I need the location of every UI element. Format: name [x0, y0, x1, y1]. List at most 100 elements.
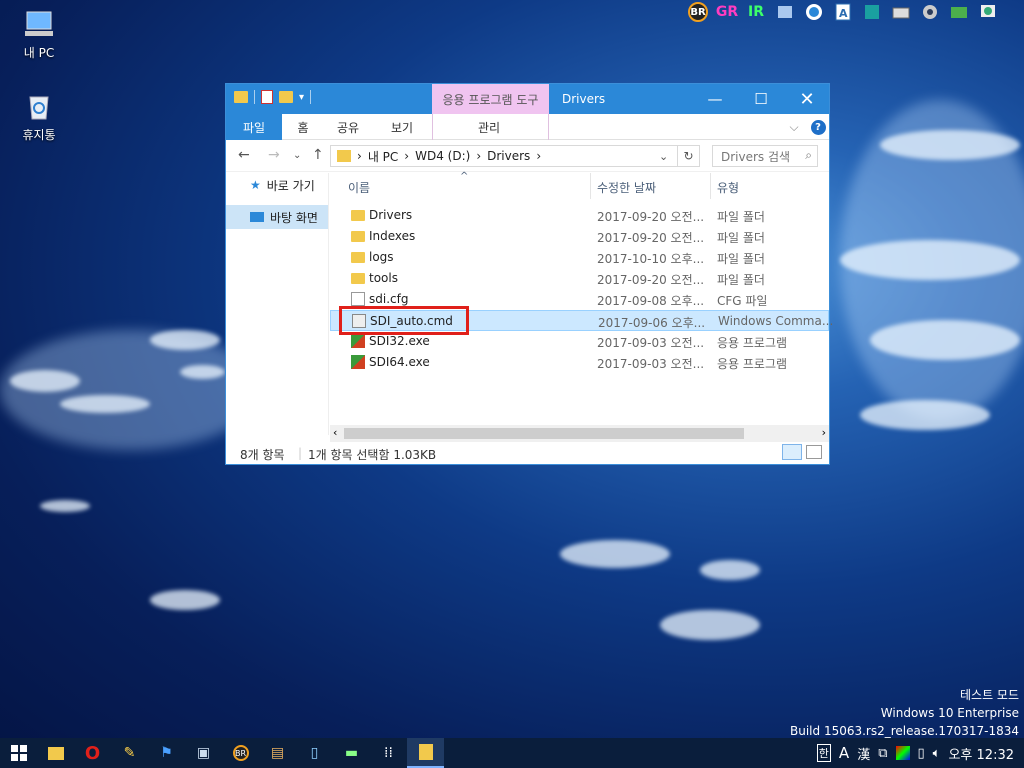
tab-manage[interactable]: 관리	[466, 114, 512, 140]
scroll-left-icon[interactable]: ‹	[333, 426, 337, 439]
gear-icon[interactable]	[918, 1, 942, 23]
search-input[interactable]: Drivers 검색 ⌕	[712, 145, 818, 167]
file-name: tools	[369, 271, 398, 285]
watermark-line: Windows 10 Enterprise	[880, 706, 1019, 720]
computer-icon	[23, 8, 55, 40]
up-arrow-icon[interactable]: ↑	[312, 147, 324, 163]
gpu-tool-icon[interactable]: ▬	[333, 738, 370, 768]
file-row[interactable]: logs 2017-10-10 오후... 파일 폴더	[330, 247, 829, 268]
tab-file[interactable]: 파일	[226, 114, 282, 140]
horizontal-scrollbar[interactable]: ‹ ›	[330, 425, 829, 442]
desktop-icon-recycle-bin[interactable]: 휴지통	[4, 90, 74, 143]
address-dropdown-icon[interactable]: ⌄	[659, 150, 668, 163]
properties-icon[interactable]	[261, 90, 273, 104]
column-header-date[interactable]: 수정한 날짜	[597, 179, 656, 196]
column-separator	[590, 173, 591, 199]
device-tool-icon[interactable]: ▣	[185, 738, 222, 768]
thumbnail-view-icon[interactable]	[806, 445, 822, 459]
minimize-button[interactable]: —	[692, 84, 738, 114]
refresh-button[interactable]: ↻	[677, 145, 699, 167]
usb-icon[interactable]: ▯	[918, 746, 925, 761]
opera-icon[interactable]: O	[74, 738, 111, 768]
details-view-icon[interactable]	[782, 444, 802, 460]
nav-item-label: 바로 가기	[266, 178, 315, 193]
column-header-type[interactable]: 유형	[717, 179, 739, 196]
help-icon[interactable]: ?	[810, 114, 826, 140]
file-date: 2017-09-06 오후...	[598, 316, 706, 330]
scrollbar-thumb[interactable]	[344, 428, 744, 439]
ime-hanja-icon[interactable]: 漢	[857, 744, 870, 763]
separator	[254, 90, 255, 104]
sort-ascending-icon: ^	[460, 171, 469, 182]
close-button[interactable]: ✕	[784, 84, 830, 114]
color-app-icon[interactable]	[895, 746, 910, 760]
file-row[interactable]: tools 2017-09-20 오전... 파일 폴더	[330, 268, 829, 289]
forward-arrow-icon[interactable]: →	[268, 147, 280, 163]
br-taskbar-icon[interactable]: BR	[222, 738, 259, 768]
refresh-tool-icon[interactable]	[802, 1, 826, 23]
windows-flag-icon[interactable]: ⚑	[148, 738, 185, 768]
document-a-icon[interactable]: A	[831, 1, 855, 23]
clock[interactable]: 오후 12:32	[948, 744, 1014, 763]
search-icon: ⌕	[805, 148, 812, 162]
file-date: 2017-09-20 오전...	[597, 231, 705, 245]
window-title: Drivers	[562, 92, 606, 106]
recent-chevron-icon[interactable]: ⌄	[293, 150, 301, 161]
search-placeholder: Drivers 검색	[721, 149, 791, 164]
breadcrumb-my-pc[interactable]: 내 PC	[368, 148, 398, 165]
network-icon[interactable]: ⧉	[878, 746, 887, 761]
file-name: SDI32.exe	[369, 334, 430, 348]
file-explorer-icon[interactable]	[37, 738, 74, 768]
chevron-down-icon[interactable]: ▾	[299, 92, 304, 103]
disk-tool-icon[interactable]	[860, 1, 884, 23]
nav-item-desktop[interactable]: 바탕 화면	[226, 205, 328, 229]
network-tool-icon[interactable]	[773, 1, 797, 23]
desktop-icon-label: 내 PC	[23, 46, 55, 60]
desktop-top-icons: BR GR IR A	[686, 0, 1000, 24]
column-header-name[interactable]: 이름	[348, 179, 370, 196]
breadcrumb-drivers[interactable]: Drivers	[487, 149, 530, 163]
file-name: sdi.cfg	[369, 292, 409, 306]
status-item-count: 8개 항목	[240, 448, 285, 462]
maximize-button[interactable]: ☐	[738, 84, 784, 114]
desktop-icon-my-pc[interactable]: 내 PC	[4, 8, 74, 61]
breadcrumb-drive[interactable]: WD4 (D:)	[415, 149, 470, 163]
status-selection: 1개 항목 선택함 1.03KB	[308, 448, 437, 462]
hdd-green-icon[interactable]	[947, 1, 971, 23]
back-arrow-icon[interactable]: ←	[238, 147, 250, 163]
volume-icon[interactable]: 🔈︎	[933, 746, 941, 761]
tab-home[interactable]: 홈	[290, 114, 316, 140]
ime-hangul-icon[interactable]: 한	[816, 744, 831, 762]
file-type: Windows Comma...	[718, 314, 834, 328]
package-icon[interactable]: ▤	[259, 738, 296, 768]
ir-icon[interactable]: IR	[744, 1, 768, 23]
new-folder-icon[interactable]	[279, 91, 293, 103]
file-row[interactable]: Indexes 2017-09-20 오전... 파일 폴더	[330, 226, 829, 247]
document-icon[interactable]: ▯	[296, 738, 333, 768]
explorer-taskbar-button[interactable]	[407, 738, 444, 768]
nav-item-label: 바탕 화면	[270, 210, 318, 225]
start-button[interactable]	[0, 738, 37, 768]
address-bar[interactable]: › 내 PC › WD4 (D:) › Drivers › ⌄	[330, 145, 700, 167]
drive-icon[interactable]	[889, 1, 913, 23]
breadcrumb-separator: ›	[536, 149, 542, 163]
status-bar: 8개 항목 | 1개 항목 선택함 1.03KB	[226, 442, 829, 464]
scroll-right-icon[interactable]: ›	[822, 426, 826, 439]
highlight-box	[339, 306, 469, 335]
backup-icon[interactable]	[976, 1, 1000, 23]
tab-view[interactable]: 보기	[384, 114, 420, 140]
ribbon-expand-icon[interactable]: ⌵	[786, 114, 802, 140]
system-tray: 한 A 漢 ⧉ ▯ 🔈︎ 오후 12:32	[816, 738, 1024, 768]
file-row[interactable]: SDI64.exe 2017-09-03 오전... 응용 프로그램	[330, 352, 829, 373]
gr-icon[interactable]: GR	[715, 1, 739, 23]
nav-item-quick-access[interactable]: ★ 바로 가기	[226, 173, 328, 197]
file-row[interactable]: Drivers 2017-09-20 오전... 파일 폴더	[330, 205, 829, 226]
grid-app-icon[interactable]: ⁞⁞	[370, 738, 407, 768]
br-icon[interactable]: BR	[686, 1, 710, 23]
file-type: CFG 파일	[717, 294, 768, 308]
ime-alpha-icon[interactable]: A	[839, 744, 849, 762]
folder-icon[interactable]	[234, 91, 248, 103]
file-name: Indexes	[369, 229, 416, 243]
tools-icon[interactable]: ✎	[111, 738, 148, 768]
tab-share[interactable]: 공유	[330, 114, 366, 140]
